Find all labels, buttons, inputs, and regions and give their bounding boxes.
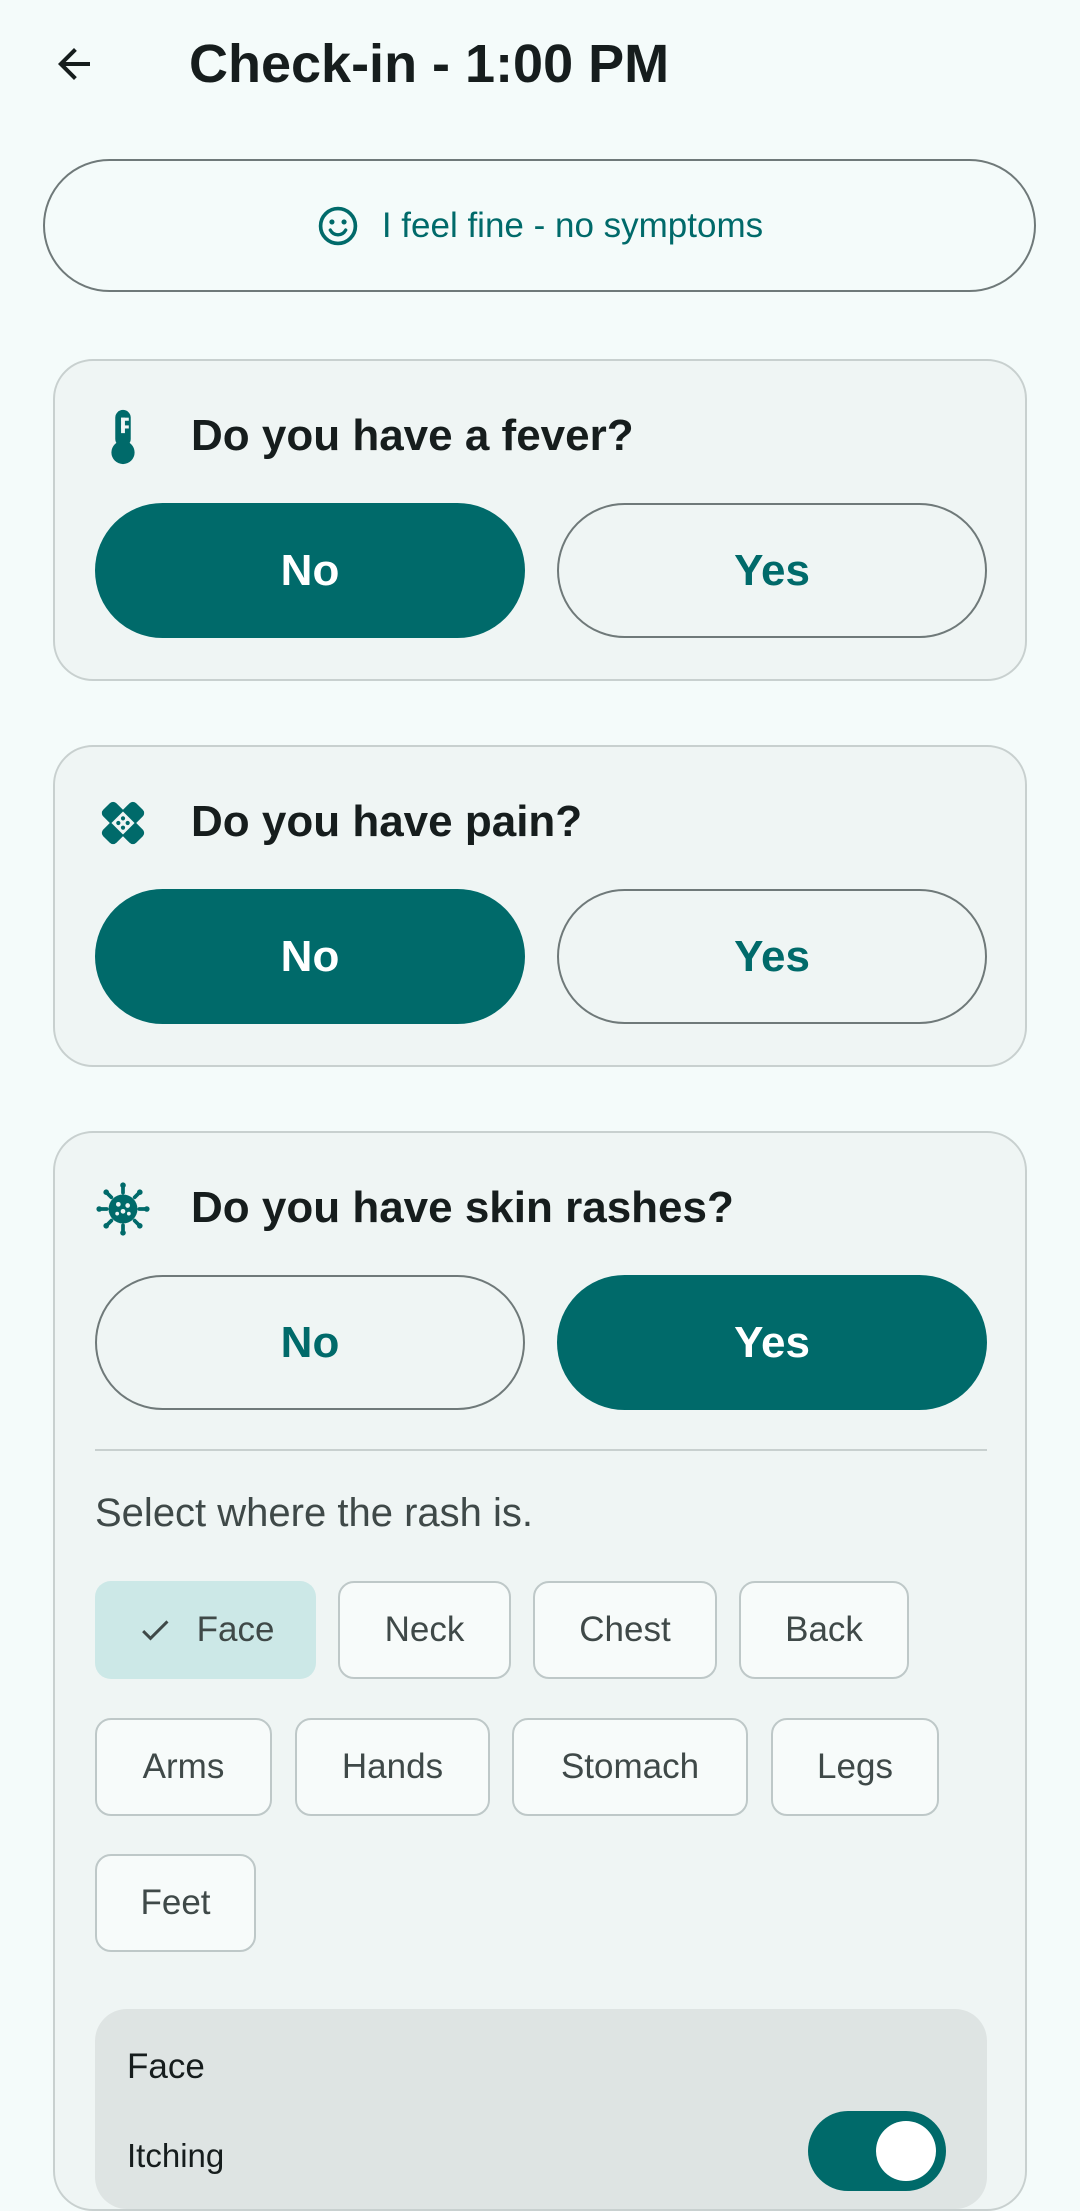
chip-stomach[interactable]: Stomach <box>512 1718 748 1816</box>
pain-question: Do you have pain? <box>191 797 583 846</box>
rash-question: Do you have skin rashes? <box>191 1183 734 1232</box>
virus-icon <box>95 1181 151 1237</box>
check-icon <box>141 1620 169 1641</box>
face-detail-panel: Face Itching <box>95 2009 987 2209</box>
fever-no-button[interactable]: No <box>95 503 525 638</box>
itching-toggle[interactable] <box>808 2111 946 2191</box>
chip-feet[interactable]: Feet <box>95 1854 256 1952</box>
chip-neck[interactable]: Neck <box>338 1581 511 1679</box>
fever-yes-button[interactable]: Yes <box>557 503 987 638</box>
app-bar: Check-in - 1:00 PM <box>0 0 1080 128</box>
rash-yes-button[interactable]: Yes <box>557 1275 987 1410</box>
itching-label: Itching <box>127 2137 225 2174</box>
chip-back[interactable]: Back <box>739 1581 909 1679</box>
detail-title: Face <box>127 2047 205 2086</box>
page-title: Check-in - 1:00 PM <box>189 34 670 94</box>
chip-arms[interactable]: Arms <box>95 1718 272 1816</box>
back-button[interactable] <box>34 24 114 104</box>
smile-icon <box>318 206 358 245</box>
chip-face-label: Face <box>196 1610 275 1649</box>
pain-yes-button[interactable]: Yes <box>557 889 987 1024</box>
chip-face[interactable]: Face <box>95 1581 316 1679</box>
chip-chest[interactable]: Chest <box>533 1581 717 1679</box>
rash-no-button[interactable]: No <box>95 1275 525 1410</box>
arrow-back-icon <box>58 48 90 80</box>
rash-location-hint: Select where the rash is. <box>95 1491 533 1535</box>
fever-question: Do you have a fever? <box>191 411 634 460</box>
chip-legs[interactable]: Legs <box>771 1718 939 1816</box>
toggle-knob <box>876 2121 936 2181</box>
pain-no-button[interactable]: No <box>95 889 525 1024</box>
thermometer-icon <box>95 409 151 465</box>
chip-hands[interactable]: Hands <box>295 1718 490 1816</box>
feel-fine-button[interactable]: I feel fine - no symptoms <box>43 159 1036 292</box>
rash-card: Do you have skin rashes? No Yes Select w… <box>53 1131 1027 2211</box>
feel-fine-label: I feel fine - no symptoms <box>381 205 764 245</box>
divider <box>95 1449 987 1451</box>
pain-card: Do you have pain? No Yes <box>53 745 1027 1067</box>
fever-card: Do you have a fever? No Yes <box>53 359 1027 681</box>
bandage-icon <box>95 795 151 851</box>
